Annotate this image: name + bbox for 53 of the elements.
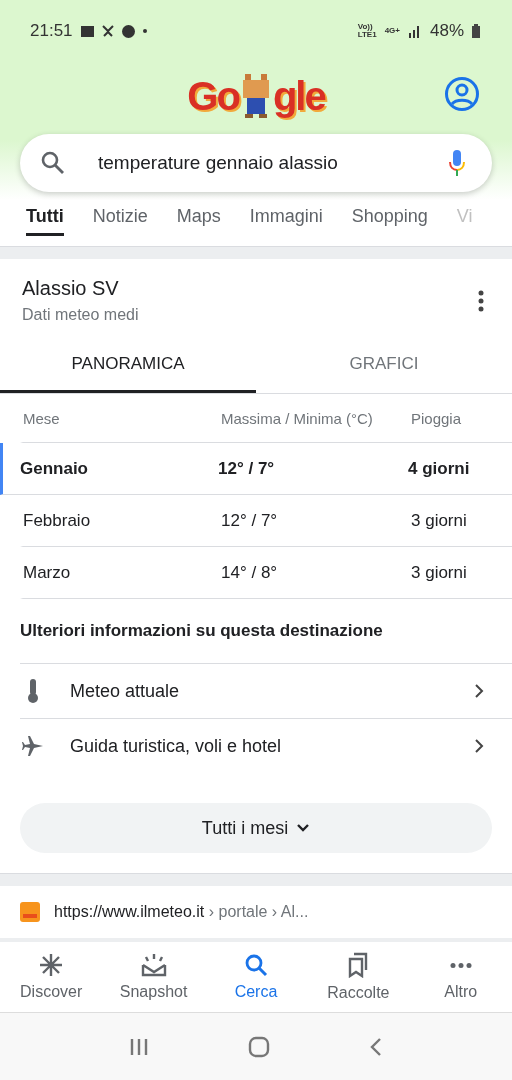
section-heading: Ulteriori informazioni su questa destinazione [19,620,384,642]
nav-item[interactable]: Cerca [207,942,304,1012]
chevron-right-icon [474,738,484,754]
location-title: Alassio SV [22,277,120,300]
site-favicon [20,902,40,922]
all-months-button[interactable]: Tutti i mesi [20,803,492,853]
search-icon [40,150,66,176]
link-row[interactable]: Guida turistica, voli e hotel [20,718,512,773]
more-options-icon[interactable] [478,289,484,312]
nav-item[interactable]: Altro [412,942,509,1012]
battery-level: 48% [429,21,464,41]
column-header: Mese [23,409,61,427]
account-icon[interactable] [444,76,480,112]
circle-app-icon [121,24,135,38]
nav-item[interactable]: Snapshot [105,942,202,1012]
weather-tab[interactable]: GRAFICI [256,336,512,393]
tray-icon [140,953,167,977]
chevron-right-icon [474,683,484,699]
table-row[interactable]: Febbraio 12° / 7° 3 giorni [20,495,512,547]
nav-item[interactable]: Raccolte [310,942,407,1012]
card-subtitle: Dati meteo medi [22,306,140,324]
chevron-down-icon [296,823,311,833]
nav-item[interactable]: Discover [3,942,100,1012]
search-tab[interactable]: Immagini [249,206,323,233]
network-label: Vo)) LTE1 [357,23,377,39]
signal-icon [407,24,422,38]
search-tab[interactable]: Notizie [92,206,148,233]
table-row[interactable]: Gennaio 12° / 7° 4 giorni [0,443,512,495]
gallery-icon [80,25,94,37]
doodle-logo[interactable]: Go gle [187,72,325,120]
microphone-icon[interactable] [448,149,466,177]
column-header: Pioggia [411,409,463,427]
recents-icon[interactable] [129,1036,150,1057]
link-row[interactable]: Meteo attuale [20,663,512,718]
bookmarks-icon [347,952,370,978]
search-tab[interactable]: Maps [176,206,221,233]
missed-call-icon [101,25,114,37]
search-tab[interactable]: Tutti [26,206,64,236]
dot-icon [142,29,147,33]
weather-tab[interactable]: PANORAMICA [0,336,256,393]
network-label: 4G+ [384,27,400,35]
table-row[interactable]: Marzo 14° / 8° 3 giorni [20,547,512,599]
search-icon [243,953,268,977]
battery-icon [472,24,480,38]
home-icon[interactable] [248,1035,270,1058]
search-tab[interactable]: Shopping [351,206,428,233]
asterisk-icon [39,953,64,977]
column-header: Massima / Minima (°C) [221,409,374,427]
result-url[interactable]: https://www.ilmeteo.it › portale › Al... [54,903,309,921]
clock: 21:51 [30,21,73,41]
search-field[interactable]: temperature gennaio alassio [20,134,492,192]
back-icon[interactable] [368,1036,383,1057]
more-icon [449,963,472,968]
